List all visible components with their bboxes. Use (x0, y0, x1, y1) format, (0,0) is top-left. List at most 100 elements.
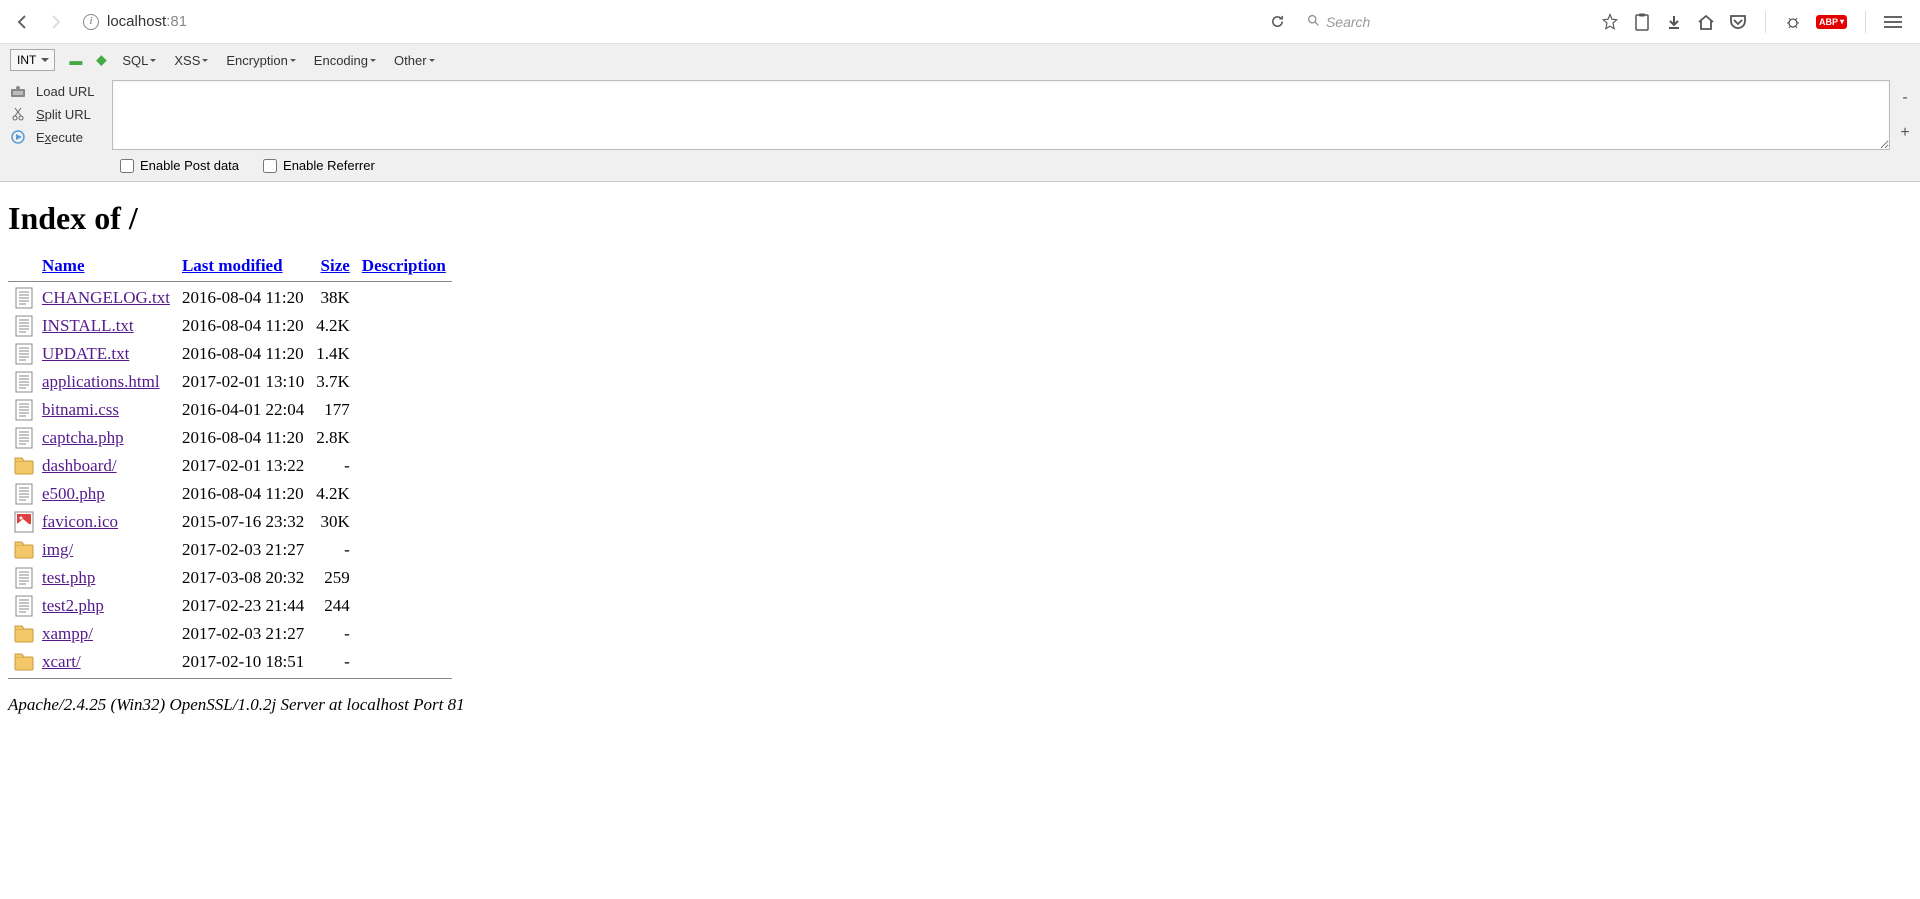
file-size: 244 (310, 592, 356, 620)
execute-label: Execute (36, 130, 83, 145)
menu-other[interactable]: Other (392, 51, 437, 70)
collapse-minus[interactable]: - (1902, 89, 1907, 107)
file-desc (356, 480, 452, 508)
table-row: CHANGELOG.txt2016-08-04 11:2038K (8, 284, 452, 312)
file-size: 177 (310, 396, 356, 424)
file-desc (356, 424, 452, 452)
header-desc: Description (356, 253, 452, 279)
expand-plus[interactable]: + (1900, 124, 1909, 142)
file-modified: 2016-08-04 11:20 (176, 284, 310, 312)
split-url-label: Split URL (36, 107, 91, 122)
file-link[interactable]: e500.php (42, 484, 105, 503)
sort-size-link[interactable]: Size (321, 256, 350, 275)
file-link[interactable]: favicon.ico (42, 512, 118, 531)
forward-button[interactable] (40, 7, 70, 37)
url-text: localhost:81 (107, 13, 187, 30)
file-icon (8, 536, 36, 564)
bookmark-star-icon[interactable] (1601, 13, 1619, 31)
plus-icon[interactable]: ◆ (96, 52, 106, 68)
search-icon (1307, 14, 1320, 30)
select-value: INT (17, 53, 36, 67)
sort-modified-link[interactable]: Last modified (182, 256, 283, 275)
file-link[interactable]: captcha.php (42, 428, 124, 447)
file-desc (356, 284, 452, 312)
file-name-cell: test.php (36, 564, 176, 592)
file-link[interactable]: img/ (42, 540, 73, 559)
menu-xss[interactable]: XSS (172, 51, 210, 70)
file-size: - (310, 620, 356, 648)
file-name-cell: INSTALL.txt (36, 312, 176, 340)
load-url-button[interactable]: Load URL (8, 82, 104, 100)
header-modified: Last modified (176, 253, 310, 279)
file-link[interactable]: applications.html (42, 372, 160, 391)
execute-button[interactable]: Execute (8, 128, 104, 146)
hackbar-right-controls: - + (1898, 80, 1912, 150)
hackbar-sidebar: Load URL Split URL Execute (8, 80, 104, 150)
search-bar[interactable]: Search (1299, 7, 1589, 37)
header-divider (8, 281, 452, 282)
file-modified: 2016-08-04 11:20 (176, 424, 310, 452)
file-desc (356, 564, 452, 592)
enable-post-checkbox[interactable]: Enable Post data (120, 158, 239, 173)
bug-icon[interactable] (1784, 13, 1802, 31)
post-checkbox-input[interactable] (120, 159, 134, 173)
split-url-button[interactable]: Split URL (8, 105, 104, 123)
file-name-cell: e500.php (36, 480, 176, 508)
url-bar[interactable]: i localhost:81 (76, 7, 1253, 37)
back-button[interactable] (8, 7, 38, 37)
enable-referrer-checkbox[interactable]: Enable Referrer (263, 158, 375, 173)
file-modified: 2017-03-08 20:32 (176, 564, 310, 592)
referrer-checkbox-input[interactable] (263, 159, 277, 173)
file-link[interactable]: xampp/ (42, 624, 93, 643)
hackbar-type-select[interactable]: INT (10, 49, 55, 71)
file-size: 4.2K (310, 312, 356, 340)
file-link[interactable]: xcart/ (42, 652, 81, 671)
page-title: Index of / (8, 200, 1912, 237)
file-size: 2.8K (310, 424, 356, 452)
home-icon[interactable] (1697, 13, 1715, 31)
file-size: 3.7K (310, 368, 356, 396)
table-row: UPDATE.txt2016-08-04 11:201.4K (8, 340, 452, 368)
sort-name-link[interactable]: Name (42, 256, 84, 275)
divider (1865, 11, 1866, 33)
file-link[interactable]: UPDATE.txt (42, 344, 129, 363)
file-link[interactable]: test.php (42, 568, 95, 587)
file-modified: 2016-08-04 11:20 (176, 480, 310, 508)
sort-desc-link[interactable]: Description (362, 256, 446, 275)
pocket-icon[interactable] (1729, 13, 1747, 31)
footer-divider (8, 678, 452, 679)
file-modified: 2016-04-01 22:04 (176, 396, 310, 424)
clipboard-icon[interactable] (1633, 13, 1651, 31)
menu-button[interactable] (1884, 13, 1902, 31)
file-icon (8, 396, 36, 424)
file-name-cell: favicon.ico (36, 508, 176, 536)
file-icon (8, 480, 36, 508)
downloads-icon[interactable] (1665, 13, 1683, 31)
url-host: localhost (107, 13, 166, 30)
reload-button[interactable] (1265, 9, 1291, 35)
file-modified: 2017-02-10 18:51 (176, 648, 310, 676)
file-link[interactable]: bitnami.css (42, 400, 119, 419)
file-link[interactable]: dashboard/ (42, 456, 117, 475)
table-row: INSTALL.txt2016-08-04 11:204.2K (8, 312, 452, 340)
hackbar-menu: INT ▬ ◆ SQL XSS Encryption Encoding Othe… (0, 44, 1920, 76)
server-signature: Apache/2.4.25 (Win32) OpenSSL/1.0.2j Ser… (8, 695, 1912, 715)
minus-icon[interactable]: ▬ (69, 53, 82, 68)
file-link[interactable]: test2.php (42, 596, 104, 615)
abp-icon[interactable]: ABP▾ (1816, 15, 1847, 29)
file-desc (356, 536, 452, 564)
file-name-cell: captcha.php (36, 424, 176, 452)
page-content: Index of / Name Last modified Size Descr… (0, 182, 1920, 725)
file-desc (356, 592, 452, 620)
info-icon[interactable]: i (83, 14, 99, 30)
menu-sql[interactable]: SQL (120, 51, 158, 70)
file-name-cell: applications.html (36, 368, 176, 396)
file-modified: 2016-08-04 11:20 (176, 340, 310, 368)
hackbar-textarea[interactable] (112, 80, 1890, 150)
file-link[interactable]: CHANGELOG.txt (42, 288, 170, 307)
menu-encoding[interactable]: Encoding (312, 51, 378, 70)
file-link[interactable]: INSTALL.txt (42, 316, 134, 335)
table-row: e500.php2016-08-04 11:204.2K (8, 480, 452, 508)
file-desc (356, 340, 452, 368)
menu-encryption[interactable]: Encryption (224, 51, 297, 70)
